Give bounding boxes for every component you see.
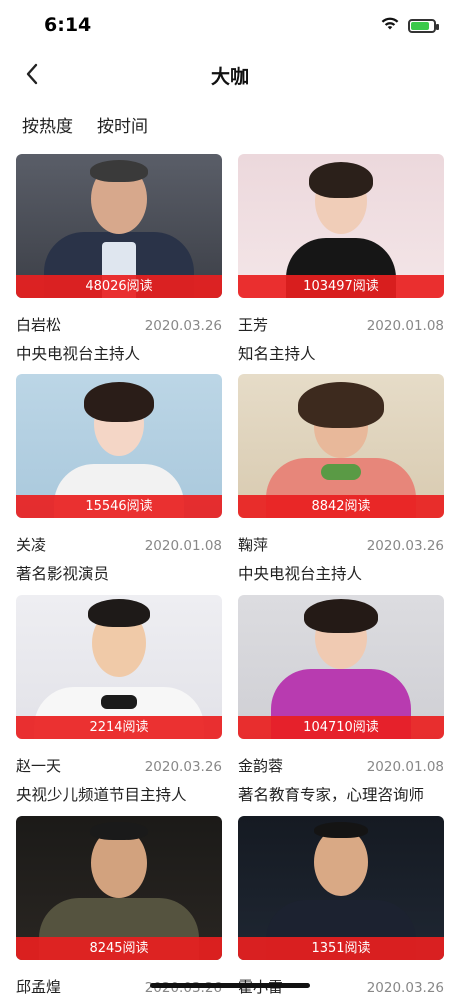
- expert-card[interactable]: 15546阅读 关凌 2020.01.08 著名影视演员: [16, 374, 222, 584]
- expert-title: 著名影视演员: [16, 565, 110, 583]
- status-icons: [380, 16, 439, 35]
- expert-photo: 104710阅读: [238, 595, 444, 739]
- expert-date: 2020.03.26: [144, 759, 222, 775]
- expert-card[interactable]: 2214阅读 赵一天 2020.03.26 央视少儿频道节目主持人: [16, 595, 222, 805]
- expert-name: 关凌: [16, 536, 47, 554]
- home-indicator: [150, 983, 310, 988]
- status-time: 6:14: [44, 14, 92, 36]
- read-count: 48026阅读: [16, 275, 222, 298]
- expert-card[interactable]: 8842阅读 鞠萍 2020.03.26 中央电视台主持人: [238, 374, 444, 584]
- expert-photo: 103497阅读: [238, 154, 444, 298]
- read-count: 103497阅读: [238, 275, 444, 298]
- read-count: 15546阅读: [16, 495, 222, 518]
- status-bar: 6:14: [0, 0, 460, 48]
- expert-name: 金韵蓉: [238, 757, 284, 775]
- read-count: 2214阅读: [16, 716, 222, 739]
- expert-photo: 1351阅读: [238, 816, 444, 960]
- expert-card[interactable]: 104710阅读 金韵蓉 2020.01.08 著名教育专家，心理咨询师: [238, 595, 444, 805]
- expert-photo: 48026阅读: [16, 154, 222, 298]
- expert-name: 王芳: [238, 316, 269, 334]
- expert-photo: 2214阅读: [16, 595, 222, 739]
- read-count: 8842阅读: [238, 495, 444, 518]
- read-count: 104710阅读: [238, 716, 444, 739]
- expert-title: 中央电视台主持人: [16, 345, 141, 363]
- expert-name: 邱孟煌: [16, 978, 62, 996]
- expert-date: 2020.03.26: [144, 318, 222, 334]
- page-title: 大咖: [210, 66, 249, 88]
- read-count: 1351阅读: [238, 937, 444, 960]
- expert-card[interactable]: 8245阅读 邱孟煌 2020.03.26: [16, 816, 222, 996]
- expert-title: 中央电视台主持人: [238, 565, 363, 583]
- expert-card[interactable]: 103497阅读 王芳 2020.01.08 知名主持人: [238, 154, 444, 364]
- expert-photo: 15546阅读: [16, 374, 222, 518]
- expert-card[interactable]: 1351阅读 霍小雷 2020.03.26: [238, 816, 444, 996]
- tab-sort-by-time[interactable]: 按时间: [97, 112, 148, 137]
- expert-title: 央视少儿频道节目主持人: [16, 786, 187, 804]
- expert-name: 白岩松: [16, 316, 62, 334]
- expert-date: 2020.01.08: [366, 759, 444, 775]
- expert-photo: 8245阅读: [16, 816, 222, 960]
- expert-date: 2020.01.08: [144, 538, 222, 554]
- nav-bar: 大咖: [0, 50, 460, 98]
- sort-tabs: 按热度 按时间: [22, 112, 148, 137]
- expert-date: 2020.03.26: [366, 538, 444, 554]
- expert-date: 2020.01.08: [366, 318, 444, 334]
- expert-name: 赵一天: [16, 757, 62, 775]
- expert-title: 著名教育专家，心理咨询师: [238, 786, 425, 804]
- read-count: 8245阅读: [16, 937, 222, 960]
- expert-title: 知名主持人: [238, 345, 316, 363]
- expert-card[interactable]: 48026阅读 白岩松 2020.03.26 中央电视台主持人: [16, 154, 222, 364]
- expert-photo: 8842阅读: [238, 374, 444, 518]
- tab-sort-by-popularity[interactable]: 按热度: [22, 112, 73, 137]
- wifi-icon: [380, 16, 400, 35]
- expert-date: 2020.03.26: [366, 980, 444, 996]
- expert-name: 鞠萍: [238, 536, 269, 554]
- battery-icon: [408, 18, 439, 33]
